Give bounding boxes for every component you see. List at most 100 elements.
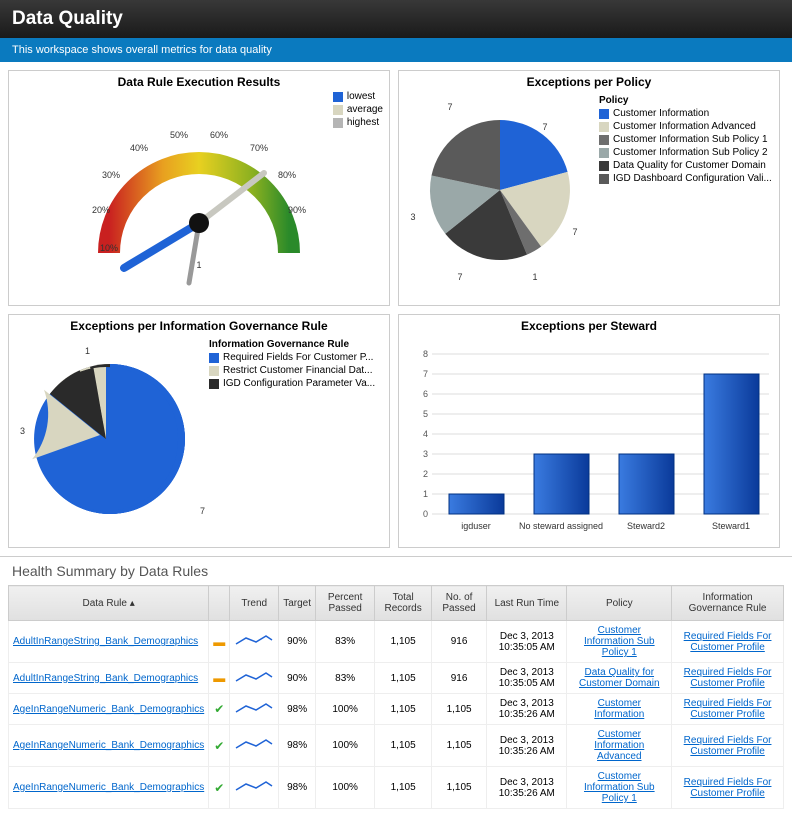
- page-title: Data Quality: [0, 0, 792, 38]
- col-trend[interactable]: Trend: [230, 586, 279, 621]
- svg-text:80%: 80%: [278, 170, 296, 180]
- sparkline-icon: [234, 736, 274, 752]
- svg-text:50%: 50%: [170, 130, 188, 140]
- cell-total: 1,105: [375, 694, 432, 725]
- summary-title: Health Summary by Data Rules: [0, 556, 792, 585]
- rule-link[interactable]: AgeInRangeNumeric_Bank_Demographics: [13, 782, 204, 793]
- svg-text:Steward2: Steward2: [627, 521, 665, 531]
- cell-total: 1,105: [375, 767, 432, 809]
- col-data-rule[interactable]: Data Rule ▴: [9, 586, 209, 621]
- cell-pct: 100%: [316, 725, 375, 767]
- cell-time: Dec 3, 2013 10:35:05 AM: [487, 663, 567, 694]
- gov-rule-link[interactable]: Required Fields For Customer Profile: [684, 735, 772, 757]
- status-warn-icon: ▬: [213, 635, 225, 649]
- svg-text:7: 7: [542, 122, 547, 132]
- col-policy[interactable]: Policy: [567, 586, 672, 621]
- policy-pie-title: Exceptions per Policy: [399, 71, 779, 93]
- cell-target: 98%: [279, 767, 316, 809]
- svg-text:40%: 40%: [130, 143, 148, 153]
- policy-pie-legend: Policy Customer Information Customer Inf…: [599, 95, 772, 186]
- sparkline-icon: [234, 778, 274, 794]
- svg-text:5: 5: [423, 409, 428, 419]
- policy-link[interactable]: Customer Information: [594, 698, 644, 720]
- cell-total: 1,105: [375, 621, 432, 663]
- svg-text:2: 2: [423, 469, 428, 479]
- rule-link[interactable]: AdultInRangeString_Bank_Demographics: [13, 636, 198, 647]
- gauge-title: Data Rule Execution Results: [9, 71, 389, 93]
- cell-passed: 916: [431, 663, 486, 694]
- col-target[interactable]: Target: [279, 586, 316, 621]
- gauge-legend: lowest average highest: [333, 91, 383, 130]
- cell-passed: 916: [431, 621, 486, 663]
- cell-target: 90%: [279, 663, 316, 694]
- gov-rule-link[interactable]: Required Fields For Customer Profile: [684, 667, 772, 689]
- cell-time: Dec 3, 2013 10:35:05 AM: [487, 621, 567, 663]
- status-ok-icon: ✔: [214, 781, 224, 795]
- rule-link[interactable]: AgeInRangeNumeric_Bank_Demographics: [13, 740, 204, 751]
- svg-text:70%: 70%: [250, 143, 268, 153]
- svg-text:7: 7: [457, 272, 462, 282]
- dashboard-grid: Data Rule Execution Results 10% 20% 30% …: [0, 62, 792, 556]
- panel-exceptions-rule: Exceptions per Information Governance Ru…: [8, 314, 390, 548]
- svg-text:1: 1: [532, 272, 537, 282]
- cell-passed: 1,105: [431, 725, 486, 767]
- rule-pie-legend: Information Governance Rule Required Fie…: [209, 339, 375, 391]
- cell-time: Dec 3, 2013 10:35:26 AM: [487, 694, 567, 725]
- policy-link[interactable]: Customer Information Sub Policy 1: [584, 625, 655, 658]
- steward-bar-chart: 0 1 2 3 4 5 6 7 8 ig: [404, 337, 774, 537]
- cell-target: 98%: [279, 694, 316, 725]
- status-warn-icon: ▬: [213, 671, 225, 685]
- sort-icon: ▴: [130, 598, 135, 609]
- table-row: AdultInRangeString_Bank_Demographics ▬ 90%…: [9, 621, 784, 663]
- svg-text:8: 8: [423, 349, 428, 359]
- svg-text:6: 6: [423, 389, 428, 399]
- sparkline-icon: [234, 700, 274, 716]
- rule-link[interactable]: AdultInRangeString_Bank_Demographics: [13, 673, 198, 684]
- cell-target: 90%: [279, 621, 316, 663]
- svg-text:3: 3: [423, 449, 428, 459]
- svg-text:30%: 30%: [102, 170, 120, 180]
- table-row: AgeInRangeNumeric_Bank_Demographics✔98%1…: [9, 725, 784, 767]
- svg-text:7: 7: [423, 369, 428, 379]
- gov-rule-link[interactable]: Required Fields For Customer Profile: [684, 777, 772, 799]
- cell-pct: 100%: [316, 694, 375, 725]
- svg-text:1: 1: [196, 260, 201, 270]
- svg-text:4: 4: [423, 429, 428, 439]
- panel-gauge: Data Rule Execution Results 10% 20% 30% …: [8, 70, 390, 306]
- cell-time: Dec 3, 2013 10:35:26 AM: [487, 725, 567, 767]
- cell-passed: 1,105: [431, 767, 486, 809]
- status-ok-icon: ✔: [214, 739, 224, 753]
- gov-rule-link[interactable]: Required Fields For Customer Profile: [684, 698, 772, 720]
- svg-text:90%: 90%: [288, 205, 306, 215]
- cell-total: 1,105: [375, 725, 432, 767]
- policy-pie-chart: 7 7 1 7 3 7: [405, 95, 605, 295]
- policy-link[interactable]: Data Quality for Customer Domain: [579, 667, 660, 689]
- panel-exceptions-steward: Exceptions per Steward 0 1 2 3 4 5 6 7 8: [398, 314, 780, 548]
- svg-text:No steward assigned: No steward assigned: [519, 521, 603, 531]
- cell-time: Dec 3, 2013 10:35:26 AM: [487, 767, 567, 809]
- svg-text:Steward1: Steward1: [712, 521, 750, 531]
- cell-pct: 83%: [316, 621, 375, 663]
- cell-target: 98%: [279, 725, 316, 767]
- col-pct-passed[interactable]: Percent Passed: [316, 586, 375, 621]
- policy-link[interactable]: Customer Information Sub Policy 1: [584, 771, 655, 804]
- sparkline-icon: [234, 669, 274, 685]
- col-status[interactable]: [209, 586, 230, 621]
- cell-passed: 1,105: [431, 694, 486, 725]
- svg-text:7: 7: [572, 227, 577, 237]
- cell-pct: 83%: [316, 663, 375, 694]
- col-passed[interactable]: No. of Passed: [431, 586, 486, 621]
- policy-link[interactable]: Customer Information Advanced: [594, 729, 644, 762]
- col-gov-rule[interactable]: Information Governance Rule: [672, 586, 784, 621]
- rule-pie-overlay: [21, 349, 201, 529]
- table-row: AgeInRangeNumeric_Bank_Demographics ✔ 98% 1…: [9, 767, 784, 809]
- col-last-run[interactable]: Last Run Time: [487, 586, 567, 621]
- page-subtitle: This workspace shows overall metrics for…: [0, 38, 792, 62]
- svg-text:3: 3: [410, 212, 415, 222]
- col-total[interactable]: Total Records: [375, 586, 432, 621]
- rule-link[interactable]: AgeInRangeNumeric_Bank_Demographics: [13, 704, 204, 715]
- rule-pie-title: Exceptions per Information Governance Ru…: [9, 315, 389, 337]
- table-row: AdultInRangeString_Bank_Demographics ▬ 90%…: [9, 663, 784, 694]
- svg-text:7: 7: [447, 102, 452, 112]
- gov-rule-link[interactable]: Required Fields For Customer Profile: [684, 631, 772, 653]
